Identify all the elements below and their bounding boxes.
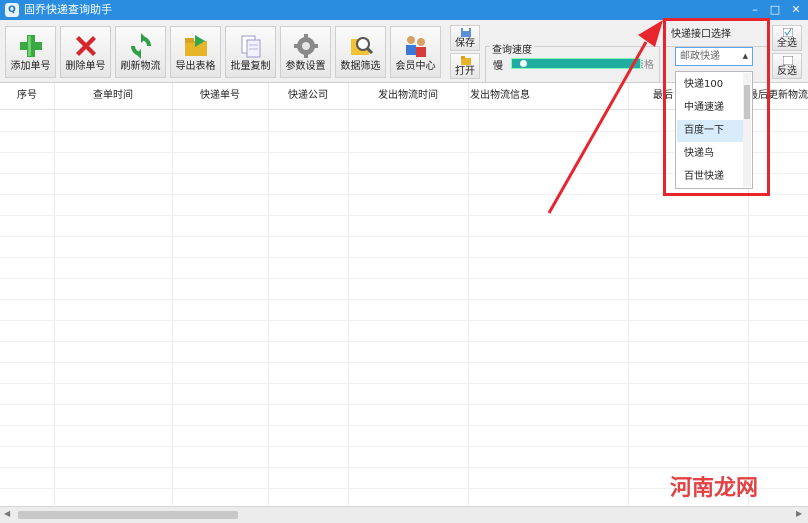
refresh-icon (131, 33, 151, 59)
member-center-label: 会员中心 (395, 61, 436, 72)
title-bar: Q 固乔快递查询助手 – □ ✕ (0, 0, 808, 20)
members-icon (406, 36, 426, 57)
slow-label: 慢 (493, 61, 503, 72)
column-header[interactable]: 序号 (0, 83, 54, 109)
delete-number-button[interactable]: 删除单号 (60, 26, 111, 78)
parameter-settings-button[interactable]: 参数设置 (280, 26, 331, 78)
watermark-text: 河南龙网 (670, 476, 759, 501)
select-all-button[interactable]: 全选 (772, 25, 802, 51)
parameter-settings-label: 参数设置 (285, 61, 326, 72)
column-header[interactable]: 快递公司 (268, 83, 348, 109)
member-center-button[interactable]: 会员中心 (390, 26, 441, 78)
batch-copy-button[interactable]: 批量复制 (225, 26, 276, 78)
export-table-button[interactable]: 导出表格 (170, 26, 221, 78)
add-number-label: 添加单号 (10, 61, 51, 72)
query-speed-slider-knob[interactable] (520, 60, 527, 67)
delete-icon (76, 36, 96, 56)
column-header[interactable]: 快递单号 (172, 83, 268, 109)
refresh-logistics-label: 刷新物流 (120, 61, 161, 72)
batch-copy-label: 批量复制 (230, 61, 271, 72)
select-all-label: 全选 (777, 38, 797, 49)
maximize-button[interactable]: □ (765, 1, 785, 19)
gear-icon (294, 34, 318, 58)
app-icon: Q (5, 3, 19, 17)
scroll-right-icon[interactable]: ▶ (796, 509, 802, 518)
close-button[interactable]: ✕ (786, 1, 806, 19)
open-label: 打开 (455, 66, 475, 77)
refresh-logistics-button[interactable]: 刷新物流 (115, 26, 166, 78)
save-label: 保存 (455, 38, 475, 49)
column-header[interactable]: 查单时间 (54, 83, 172, 109)
delete-number-label: 删除单号 (65, 61, 106, 72)
data-filter-button[interactable]: 数据筛选 (335, 26, 386, 78)
column-header[interactable]: 发出物流信息 (468, 83, 532, 109)
horizontal-scrollbar-thumb[interactable] (18, 511, 238, 519)
export-folder-icon (185, 35, 207, 56)
data-filter-label: 数据筛选 (340, 61, 381, 72)
query-speed-label: 查询速度 (490, 41, 534, 56)
horizontal-scrollbar[interactable]: ◀ ▶ (0, 506, 808, 523)
column-header[interactable]: 发出物流时间 (348, 83, 468, 109)
add-icon (20, 35, 42, 57)
open-button[interactable]: 打开 (450, 53, 480, 79)
export-table-label: 导出表格 (175, 61, 216, 72)
add-number-button[interactable]: 添加单号 (5, 26, 56, 78)
save-button[interactable]: 保存 (450, 25, 480, 51)
window-title: 固乔快递查询助手 (24, 3, 112, 16)
copy-icon (241, 35, 261, 58)
invert-select-label: 反选 (777, 66, 797, 77)
scroll-left-icon[interactable]: ◀ (4, 509, 10, 518)
annotation-highlight-box (663, 18, 770, 196)
minimize-button[interactable]: – (745, 1, 765, 19)
search-filter-icon (351, 37, 374, 55)
invert-select-button[interactable]: 反选 (772, 53, 802, 79)
query-speed-slider[interactable] (511, 58, 641, 69)
